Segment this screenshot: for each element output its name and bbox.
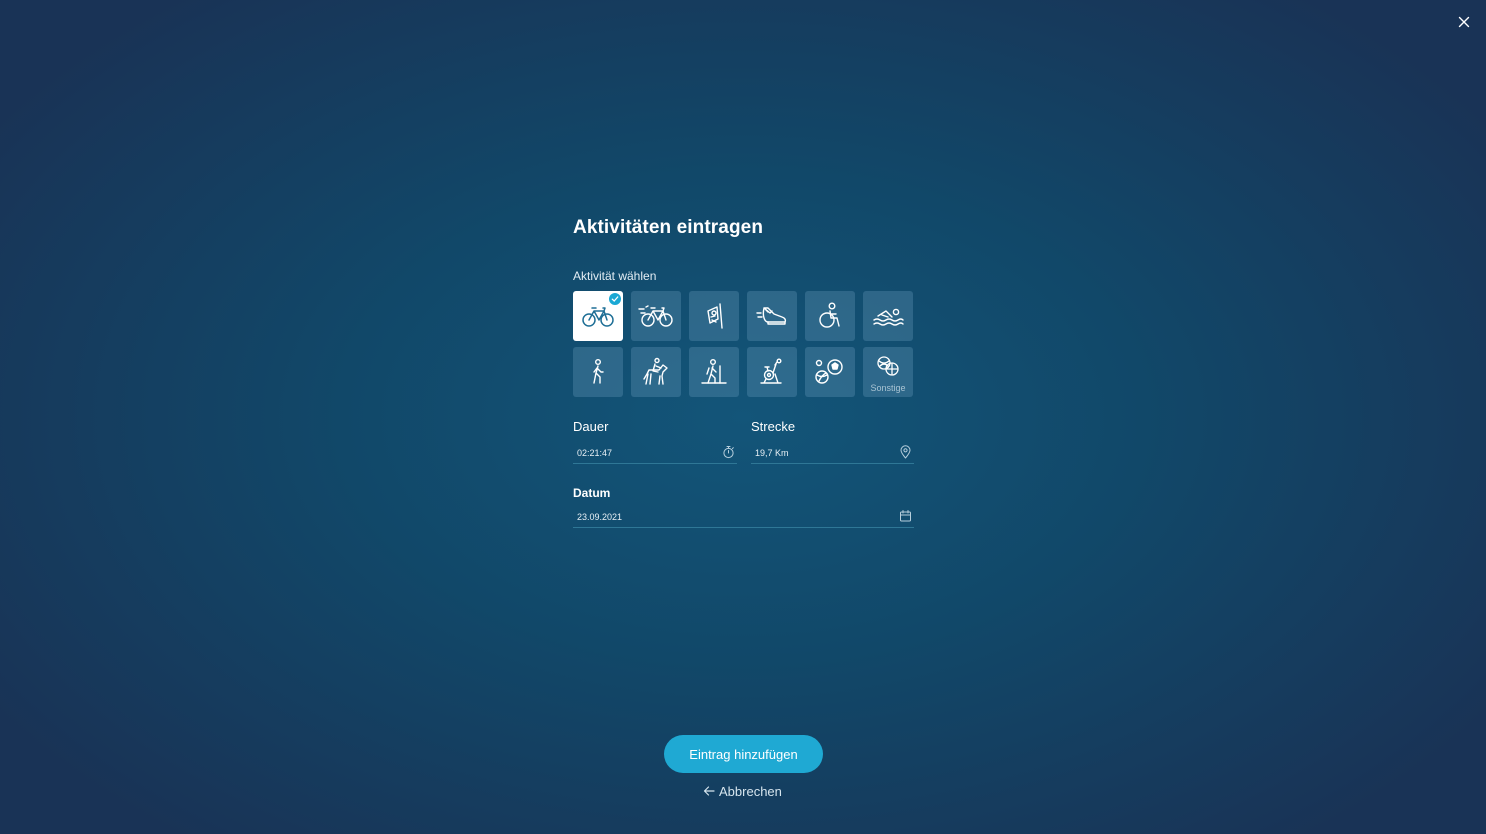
- activity-section-label: Aktivität wählen: [573, 269, 657, 283]
- fast-bicycle-icon: [638, 305, 673, 327]
- other-sports-caption: Sonstige: [870, 383, 906, 393]
- activity-tile-other[interactable]: Sonstige: [863, 347, 913, 397]
- activity-tile-road-cycling[interactable]: [631, 291, 681, 341]
- duration-label: Dauer: [573, 419, 609, 434]
- activity-tile-swimming[interactable]: [863, 291, 913, 341]
- horse-riding-icon: [643, 357, 668, 385]
- date-label: Datum: [573, 486, 611, 500]
- cancel-label: Abbrechen: [719, 783, 782, 799]
- activity-tile-wheelchair[interactable]: [805, 291, 855, 341]
- distance-field[interactable]: 19,7 Km: [751, 444, 914, 464]
- distance-value: 19,7 Km: [755, 448, 789, 458]
- activity-tile-horse-riding[interactable]: [631, 347, 681, 397]
- ball-sports-icon: [815, 359, 843, 384]
- stopwatch-icon: [723, 446, 734, 459]
- other-sports-icon: [877, 356, 899, 376]
- activity-tile-cycling[interactable]: [573, 291, 623, 341]
- activity-tile-workout[interactable]: [689, 291, 739, 341]
- date-field[interactable]: 23.09.2021: [573, 508, 914, 528]
- duration-value: 02:21:47: [577, 448, 613, 458]
- activity-tile-hiking[interactable]: [689, 347, 739, 397]
- hiking-icon: [701, 359, 727, 384]
- workout-icon: [707, 303, 723, 329]
- location-pin-icon: [900, 445, 911, 459]
- bicycle-icon: [582, 307, 614, 327]
- activity-tile-exercise-bike[interactable]: [747, 347, 797, 397]
- add-entry-button[interactable]: Eintrag hinzufügen: [664, 735, 823, 773]
- activity-tile-walking[interactable]: [573, 347, 623, 397]
- arrow-left-icon: [703, 786, 715, 796]
- calendar-icon: [900, 510, 911, 522]
- dialog-title: Aktivitäten eintragen: [573, 217, 764, 238]
- activity-dialog: Aktivitäten eintragen Aktivität wählen S…: [573, 214, 914, 528]
- date-value: 23.09.2021: [577, 512, 623, 522]
- activity-tile-running[interactable]: [747, 291, 797, 341]
- exercise-bike-icon: [760, 358, 782, 384]
- swimming-icon: [873, 308, 904, 326]
- cancel-button[interactable]: Abbrechen: [703, 783, 782, 799]
- walking-icon: [593, 359, 604, 384]
- wheelchair-icon: [819, 302, 840, 328]
- running-shoe-icon: [756, 307, 787, 325]
- distance-label: Strecke: [751, 419, 796, 434]
- activity-tile-ball-sports[interactable]: [805, 347, 855, 397]
- selected-check-icon: [609, 293, 621, 305]
- close-icon: [1458, 16, 1470, 28]
- close-button[interactable]: [1454, 12, 1474, 32]
- duration-field[interactable]: 02:21:47: [573, 444, 737, 464]
